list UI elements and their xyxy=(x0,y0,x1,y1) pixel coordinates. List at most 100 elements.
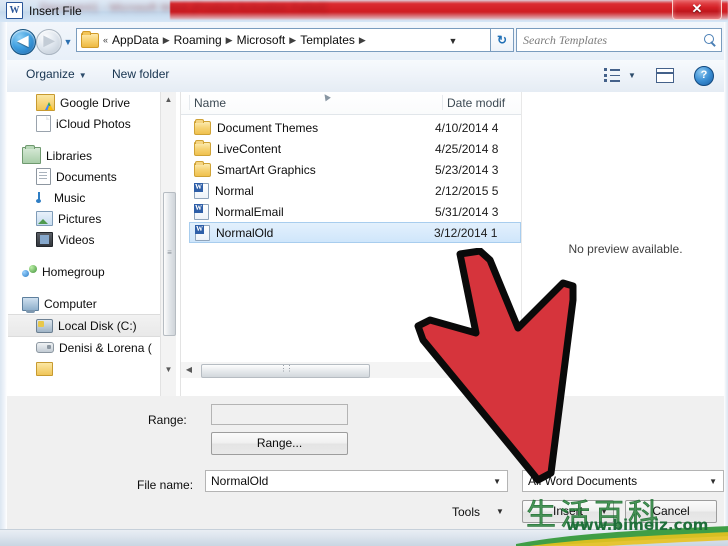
chevron-down-icon[interactable]: ▼ xyxy=(600,501,608,522)
back-arrow-icon: ◀ xyxy=(17,32,29,48)
sidebar-item-label: Libraries xyxy=(46,148,93,163)
change-view-icon[interactable] xyxy=(604,68,621,83)
history-dropdown-icon[interactable]: ▼ xyxy=(62,36,74,48)
dialog-footer xyxy=(0,396,728,526)
libraries-icon xyxy=(22,145,41,164)
sidebar-item-partial[interactable] xyxy=(8,358,171,379)
sidebar-item-computer[interactable]: Computer xyxy=(8,293,171,314)
sidebar-item-label: Computer xyxy=(44,296,97,311)
sidebar-item-label: iCloud Photos xyxy=(56,116,131,131)
scroll-left-icon[interactable]: ◀ xyxy=(181,362,197,378)
sidebar-item-libraries[interactable]: Libraries xyxy=(8,145,171,166)
sidebar-item-label: Music xyxy=(54,190,86,205)
back-button[interactable]: ◀ xyxy=(10,29,36,55)
file-name-input[interactable]: NormalOld ▼ xyxy=(205,470,508,492)
chevron-down-icon[interactable]: ▼ xyxy=(709,471,717,493)
sort-ascending-icon: ▲ xyxy=(318,92,335,106)
scrollbar-thumb[interactable] xyxy=(201,364,370,378)
file-type-value: All Word Documents xyxy=(528,474,638,488)
dialog-body: Google Drive iCloud Photos Libraries Doc… xyxy=(0,92,728,396)
window-frame-left xyxy=(0,22,7,546)
sidebar-item-local-disk-c[interactable]: Local Disk (C:) xyxy=(8,314,171,337)
refresh-button[interactable]: ↻ xyxy=(490,28,514,52)
forward-button[interactable]: ▶ xyxy=(36,29,62,55)
scrollbar-thumb[interactable] xyxy=(163,192,176,336)
scroll-down-icon[interactable]: ▼ xyxy=(161,362,176,377)
file-date-modified: 4/25/2014 8 xyxy=(435,141,499,156)
chevron-down-icon[interactable]: ▼ xyxy=(628,71,636,80)
address-dropdown-icon[interactable]: ▼ xyxy=(444,29,462,51)
removable-drive-icon xyxy=(36,342,54,353)
close-button[interactable]: ✕ xyxy=(672,0,722,20)
file-type-combobox[interactable]: All Word Documents ▼ xyxy=(522,470,724,492)
sidebar-item-music[interactable]: Music xyxy=(8,187,171,208)
sidebar-item-homegroup[interactable]: Homegroup xyxy=(8,261,171,282)
sidebar-item-documents[interactable]: Documents xyxy=(8,166,171,187)
folder-icon xyxy=(194,139,211,156)
sidebar-item-icloud-photos[interactable]: iCloud Photos xyxy=(8,113,171,134)
range-button[interactable]: Range... xyxy=(211,432,348,455)
computer-icon xyxy=(22,296,39,313)
breadcrumb-item-microsoft[interactable]: Microsoft xyxy=(234,33,289,47)
file-date-modified: 4/10/2014 4 xyxy=(435,120,499,135)
new-folder-button[interactable]: New folder xyxy=(112,67,169,81)
sidebar-item-denisi-lorena[interactable]: Denisi & Lorena ( xyxy=(8,337,171,358)
table-row[interactable]: NormalEmail 5/31/2014 3 xyxy=(181,201,521,222)
title-bar-left: W Insert File xyxy=(6,2,82,19)
window-title: Insert File xyxy=(29,3,82,18)
local-disk-icon xyxy=(36,318,53,333)
chevron-down-icon[interactable]: ▼ xyxy=(493,471,501,493)
forward-arrow-icon: ▶ xyxy=(43,32,55,48)
insert-button[interactable]: Insert ▼ xyxy=(522,500,614,523)
chevron-down-icon[interactable]: ▼ xyxy=(496,507,504,516)
insert-label: Insert xyxy=(552,504,583,518)
breadcrumb-overflow-icon[interactable]: « xyxy=(102,35,109,45)
help-icon[interactable]: ? xyxy=(694,66,714,86)
table-row[interactable]: Document Themes 4/10/2014 4 xyxy=(181,117,521,138)
scroll-up-icon[interactable]: ▲ xyxy=(161,92,176,107)
table-row[interactable]: LiveContent 4/25/2014 8 xyxy=(181,138,521,159)
folder-icon xyxy=(81,30,99,48)
organize-button[interactable]: Organize ▼ xyxy=(26,67,87,81)
chevron-right-icon: ▶ xyxy=(289,34,297,45)
column-header-name[interactable]: Name xyxy=(194,96,226,110)
word-template-icon xyxy=(195,224,210,241)
table-row[interactable]: Normal 2/12/2015 5 xyxy=(181,180,521,201)
cancel-button[interactable]: Cancel xyxy=(625,500,717,523)
navigation-pane: Google Drive iCloud Photos Libraries Doc… xyxy=(8,92,171,396)
sidebar-item-label: Videos xyxy=(58,232,95,247)
file-list: Name ▲ Date modif Document Themes 4/10/2… xyxy=(180,92,521,396)
range-input[interactable] xyxy=(211,404,348,425)
word-template-icon xyxy=(194,182,209,199)
sidebar-item-pictures[interactable]: Pictures xyxy=(8,208,171,229)
address-bar-row: ◀ ▶ ▼ « AppData ▶ Roaming ▶ Microsoft ▶ … xyxy=(0,22,728,60)
file-name-label: File name: xyxy=(137,478,194,492)
chevron-right-icon: ▶ xyxy=(358,34,366,45)
command-bar: Organize ▼ New folder ▼ ? xyxy=(0,60,728,93)
search-box[interactable]: Search Templates xyxy=(516,28,722,52)
close-icon: ✕ xyxy=(691,1,703,16)
breadcrumb-item-appdata[interactable]: AppData xyxy=(109,33,162,47)
file-date-modified: 3/12/2014 1 xyxy=(434,225,498,240)
sidebar-item-label: Local Disk (C:) xyxy=(58,318,137,333)
table-row-selected[interactable]: NormalOld 3/12/2014 1 xyxy=(189,222,521,243)
sidebar-item-videos[interactable]: Videos xyxy=(8,229,171,250)
navigation-pane-scrollbar[interactable]: ▲ ▼ xyxy=(160,92,176,396)
folder-icon xyxy=(194,118,211,135)
file-name: Normal xyxy=(215,183,254,198)
google-drive-icon xyxy=(36,94,55,111)
column-header-date-modified[interactable]: Date modif xyxy=(447,96,505,110)
table-row[interactable]: SmartArt Graphics 5/23/2014 3 xyxy=(181,159,521,180)
tools-button[interactable]: Tools xyxy=(452,505,480,519)
address-bar[interactable]: « AppData ▶ Roaming ▶ Microsoft ▶ Templa… xyxy=(76,28,490,52)
breadcrumb-item-roaming[interactable]: Roaming xyxy=(171,33,225,47)
chevron-right-icon: ▶ xyxy=(162,34,170,45)
sidebar-item-google-drive[interactable]: Google Drive xyxy=(8,92,171,113)
preview-pane-icon[interactable] xyxy=(656,68,674,83)
file-list-horizontal-scrollbar[interactable]: ◀ xyxy=(181,362,521,378)
breadcrumb-item-templates[interactable]: Templates xyxy=(297,33,358,47)
search-input[interactable]: Search Templates xyxy=(517,33,701,48)
file-list-rows: Document Themes 4/10/2014 4 LiveContent … xyxy=(181,117,521,243)
